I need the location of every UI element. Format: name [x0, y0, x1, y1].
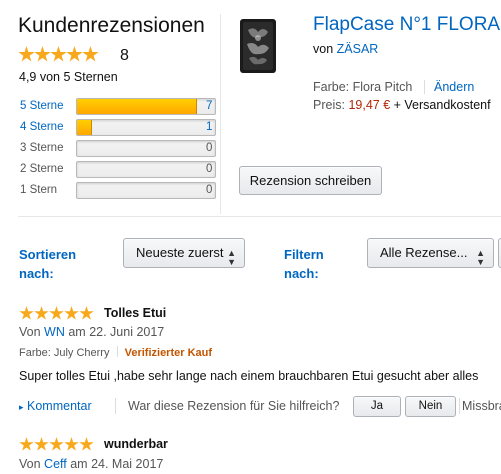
comment-link[interactable]: ▸ Kommentar	[19, 399, 92, 413]
actions-divider	[115, 398, 116, 414]
star-icon	[34, 46, 51, 62]
star-icon-row	[18, 46, 99, 68]
star-icon	[64, 306, 79, 320]
review-1-body: Super tolles Etui ,habe sehr lange nach …	[19, 369, 479, 383]
filter-label-line-1: Filtern	[284, 247, 324, 262]
review-by-prefix: Von	[19, 457, 41, 471]
change-variant-link[interactable]: Ändern	[434, 80, 474, 94]
price-value: 19,47 €	[348, 98, 391, 112]
verified-purchase-badge: Verifizierter Kauf	[124, 347, 213, 359]
write-review-label: Rezension schreiben	[249, 173, 372, 188]
histogram-bar	[76, 182, 216, 199]
star-icon	[50, 46, 67, 62]
filter-label-line-2: nach:	[284, 266, 319, 281]
caret-right-icon: ▸	[19, 402, 24, 412]
review-1-stars[interactable]	[19, 306, 94, 326]
helpful-yes-button[interactable]: Ja	[353, 396, 401, 417]
filter-dropdown-value: Alle Rezense...	[380, 245, 468, 260]
star-icon	[19, 437, 34, 451]
histogram-fill	[77, 120, 92, 135]
star-icon	[18, 46, 35, 62]
yes-label: Ja	[370, 400, 384, 412]
histogram-bar	[76, 161, 216, 178]
total-review-count[interactable]: 8	[120, 47, 129, 65]
updown-chevron-icon: ▲ ▼	[476, 248, 485, 267]
review-by-prefix: Von	[19, 325, 41, 339]
rating-text: 4,9 von 5 Sternen	[19, 70, 118, 84]
sort-dropdown-value: Neueste zuerst	[136, 245, 224, 260]
review-date: am 24. Mai 2017	[70, 457, 164, 471]
average-rating-stars[interactable]	[18, 46, 118, 64]
histogram-label[interactable]: 4 Sterne	[20, 121, 76, 133]
histogram-count: 0	[206, 163, 213, 175]
section-divider	[18, 216, 501, 217]
updown-chevron-icon: ▲ ▼	[227, 248, 236, 267]
helpful-question: War diese Rezension für Sie hilfreich?	[128, 399, 340, 413]
change-divider	[424, 80, 425, 94]
phone-case-image-icon	[240, 19, 276, 73]
star-icon	[64, 437, 79, 451]
star-icon	[79, 306, 94, 320]
price-line: Preis: 19,47 € + Versandkostenf	[313, 98, 491, 112]
filter-dropdown[interactable]: Alle Rezense... ▲ ▼	[367, 238, 494, 268]
helpful-no-button[interactable]: Nein	[405, 396, 456, 417]
write-review-button[interactable]: Rezension schreiben	[239, 166, 382, 195]
review-author-link[interactable]: Ceff	[44, 457, 67, 471]
actions-divider	[459, 398, 460, 414]
review-1-title[interactable]: Tolles Etui	[104, 306, 166, 320]
column-divider	[220, 14, 221, 214]
review-1-meta: Farbe: July Cherry Verifizierter Kauf	[19, 346, 212, 359]
star-icon	[34, 306, 49, 320]
histogram-count: 0	[206, 142, 213, 154]
filter-label: Filtern nach:	[284, 245, 324, 283]
meta-divider	[116, 346, 118, 357]
review-2-title[interactable]: wunderbar	[104, 437, 168, 451]
by-prefix: von	[313, 42, 334, 56]
histogram-bar[interactable]	[76, 98, 216, 115]
review-author-link[interactable]: WN	[44, 325, 65, 339]
product-image[interactable]	[238, 18, 278, 74]
review-variant: Farbe: July Cherry	[19, 347, 110, 359]
star-icon	[49, 306, 64, 320]
review-1-actions: ▸ Kommentar War diese Rezension für Sie …	[19, 394, 501, 420]
review-1-byline: Von WN am 22. Juni 2017	[19, 325, 164, 339]
histogram-count[interactable]: 7	[206, 100, 212, 112]
sort-label: Sortieren nach:	[19, 245, 76, 283]
no-label: Nein	[418, 400, 443, 412]
histogram-count: 0	[206, 184, 213, 196]
review-2-byline: Von Ceff am 24. Mai 2017	[19, 457, 163, 471]
histogram-count[interactable]: 1	[206, 121, 212, 133]
reviews-heading: Kundenrezensionen	[18, 14, 205, 37]
product-title-link[interactable]: FlapCase N°1 FLORA	[313, 14, 500, 36]
sort-label-line-2: nach:	[19, 266, 54, 281]
star-icon	[49, 437, 64, 451]
price-prefix: Preis:	[313, 98, 345, 112]
histogram-label[interactable]: 5 Sterne	[20, 100, 76, 112]
star-icon	[79, 437, 94, 451]
review-date: am 22. Juni 2017	[68, 325, 165, 339]
histogram-fill	[77, 99, 197, 114]
product-color: Farbe: Flora Pitch	[313, 80, 413, 94]
star-icon	[19, 306, 34, 320]
star-icon	[34, 437, 49, 451]
histogram-label: 1 Stern	[20, 184, 58, 196]
star-icon	[66, 46, 83, 62]
sort-label-line-1: Sortieren	[19, 247, 77, 262]
star-icon	[82, 46, 99, 62]
brand-link[interactable]: ZÄSAR	[337, 42, 379, 56]
report-abuse-link[interactable]: Missbra	[462, 399, 501, 413]
review-2-stars[interactable]	[19, 437, 94, 457]
shipping-text: + Versandkostenf	[393, 98, 491, 112]
histogram-label: 2 Sterne	[20, 163, 64, 175]
product-byline: von ZÄSAR	[313, 42, 378, 56]
comment-label: Kommentar	[27, 399, 92, 413]
sort-dropdown[interactable]: Neueste zuerst ▲ ▼	[123, 238, 245, 268]
histogram-label: 3 Sterne	[20, 142, 64, 154]
histogram-bar	[76, 140, 216, 157]
histogram-bar[interactable]	[76, 119, 216, 136]
